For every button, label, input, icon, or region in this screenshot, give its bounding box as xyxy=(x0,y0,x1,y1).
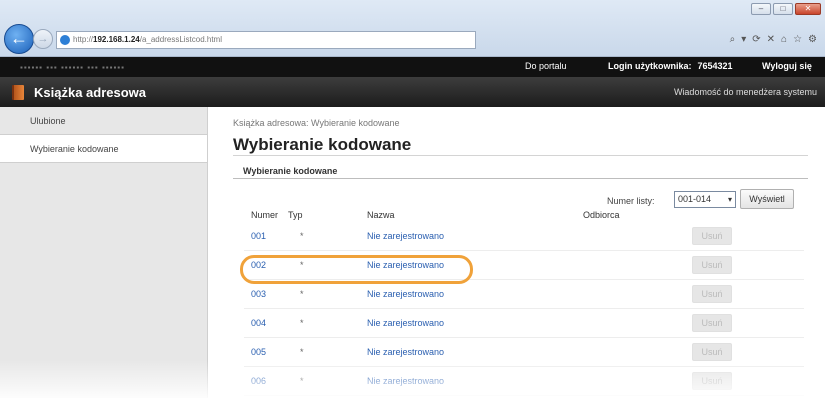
row-number-link[interactable]: 006 xyxy=(251,376,266,386)
column-header-name: Nazwa xyxy=(367,210,395,220)
row-number-link[interactable]: 002 xyxy=(251,260,266,270)
arrow-right-icon: → xyxy=(37,33,49,45)
list-number-value: 001-014 xyxy=(678,194,712,204)
stop-icon[interactable]: ✕ xyxy=(767,31,775,49)
column-header-number: Numer xyxy=(251,210,279,220)
table-row: 003 * Nie zarejestrowano Usuń xyxy=(244,281,804,309)
browser-chrome: – □ ✕ ← → http://192.168.1.24/a_addressL… xyxy=(0,0,825,57)
browser-toolbar: ⌕ ▾ ⟳ ✕ ⌂ ☆ ⚙ xyxy=(730,31,817,49)
breadcrumb: Książka adresowa: Wybieranie kodowane xyxy=(233,118,400,128)
window-buttons: – □ ✕ xyxy=(751,3,821,15)
device-name-blurred: ▪▪▪▪▪▪ ▪▪▪ ▪▪▪▪▪▪ ▪▪▪ ▪▪▪▪▪▪ xyxy=(20,63,125,72)
arrow-left-icon: ← xyxy=(10,28,28,48)
maximize-button[interactable]: □ xyxy=(773,3,793,15)
sidebar-item-favorites[interactable]: Ulubione xyxy=(0,107,207,135)
sidebar-item-coded-dial[interactable]: Wybieranie kodowane xyxy=(0,135,207,163)
show-button[interactable]: Wyświetl xyxy=(740,189,794,209)
table-row: 005 * Nie zarejestrowano Usuń xyxy=(244,339,804,367)
url-path: /a_addressListcod.html xyxy=(139,35,222,44)
forward-button[interactable]: → xyxy=(33,29,53,49)
row-name-link[interactable]: Nie zarejestrowano xyxy=(367,347,444,357)
row-number-link[interactable]: 003 xyxy=(251,289,266,299)
chevron-down-icon: ▾ xyxy=(727,195,732,204)
column-header-recipient: Odbiorca xyxy=(583,210,620,220)
row-type: * xyxy=(300,231,304,241)
sidebar: Ulubione Wybieranie kodowane xyxy=(0,107,208,398)
refresh-icon[interactable]: ⟳ xyxy=(752,31,760,49)
title-bar: Książka adresowa Wiadomość do menedżera … xyxy=(0,77,825,107)
delete-button[interactable]: Usuń xyxy=(692,343,732,361)
row-number-link[interactable]: 004 xyxy=(251,318,266,328)
delete-button[interactable]: Usuń xyxy=(692,285,732,303)
delete-button[interactable]: Usuń xyxy=(692,372,732,390)
login-info: Login użytkownika: 7654321 xyxy=(608,61,733,71)
row-type: * xyxy=(300,376,304,386)
row-name-link[interactable]: Nie zarejestrowano xyxy=(367,376,444,386)
address-book-icon xyxy=(12,85,24,100)
table-row: 006 * Nie zarejestrowano Usuń xyxy=(244,368,804,396)
top-bar: ▪▪▪▪▪▪ ▪▪▪ ▪▪▪▪▪▪ ▪▪▪ ▪▪▪▪▪▪ Do portalu … xyxy=(0,57,825,77)
minimize-button[interactable]: – xyxy=(751,3,771,15)
delete-button[interactable]: Usuń xyxy=(692,256,732,274)
address-bar[interactable]: http://192.168.1.24/a_addressListcod.htm… xyxy=(56,31,476,49)
row-name-link[interactable]: Nie zarejestrowano xyxy=(367,289,444,299)
page-title: Wybieranie kodowane xyxy=(233,135,412,154)
table-row: 004 * Nie zarejestrowano Usuń xyxy=(244,310,804,338)
divider xyxy=(233,155,808,156)
login-label: Login użytkownika: xyxy=(608,61,692,71)
close-window-button[interactable]: ✕ xyxy=(795,3,821,15)
table-row: 002 * Nie zarejestrowano Usuń xyxy=(244,252,804,280)
home-icon[interactable]: ⌂ xyxy=(781,31,787,49)
row-number-link[interactable]: 001 xyxy=(251,231,266,241)
row-type: * xyxy=(300,260,304,270)
favorites-icon[interactable]: ☆ xyxy=(793,31,802,49)
row-number-link[interactable]: 005 xyxy=(251,347,266,357)
list-number-select[interactable]: 001-014 ▾ xyxy=(674,191,736,208)
row-type: * xyxy=(300,318,304,328)
logout-link[interactable]: Wyloguj się xyxy=(762,61,812,71)
search-icon[interactable]: ⌕ xyxy=(730,31,736,49)
section-title: Wybieranie kodowane xyxy=(243,166,338,176)
portal-link[interactable]: Do portalu xyxy=(525,61,567,71)
main-content: Książka adresowa: Wybieranie kodowane Wy… xyxy=(208,107,825,398)
delete-button[interactable]: Usuń xyxy=(692,227,732,245)
row-name-link[interactable]: Nie zarejestrowano xyxy=(367,260,444,270)
divider xyxy=(233,178,808,179)
table-row: 001 * Nie zarejestrowano Usuń xyxy=(244,223,804,251)
url-host: 192.168.1.24 xyxy=(93,35,140,44)
browser-page-icon xyxy=(60,35,70,45)
row-name-link[interactable]: Nie zarejestrowano xyxy=(367,318,444,328)
url-prefix: http:// xyxy=(73,35,94,44)
row-type: * xyxy=(300,347,304,357)
delete-button[interactable]: Usuń xyxy=(692,314,732,332)
login-value: 7654321 xyxy=(697,61,733,71)
column-header-type: Typ xyxy=(288,210,303,220)
back-button[interactable]: ← xyxy=(4,24,34,54)
dropdown-icon[interactable]: ▾ xyxy=(741,31,746,49)
list-number-label: Numer listy: xyxy=(607,196,655,206)
message-to-admin-link[interactable]: Wiadomość do menedżera systemu xyxy=(674,87,817,97)
settings-icon[interactable]: ⚙ xyxy=(808,31,817,49)
row-type: * xyxy=(300,289,304,299)
app-title: Książka adresowa xyxy=(34,85,147,100)
row-name-link[interactable]: Nie zarejestrowano xyxy=(367,231,444,241)
